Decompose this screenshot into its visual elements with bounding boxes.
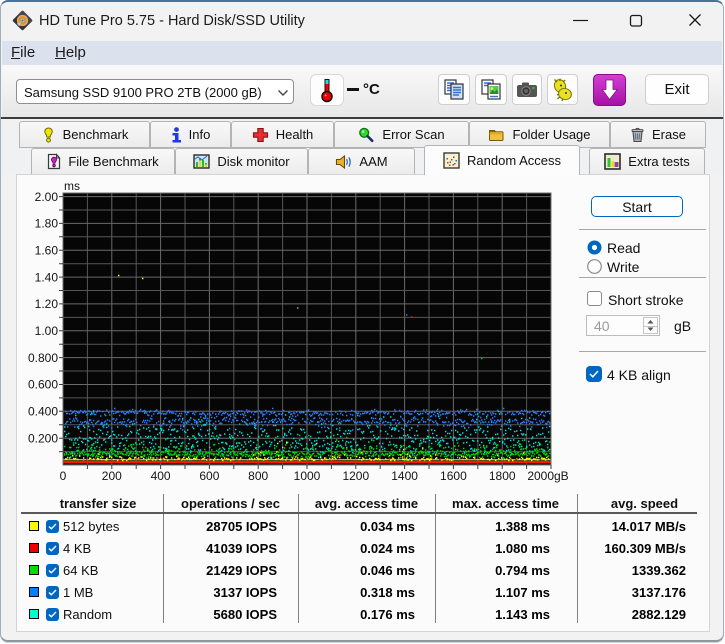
svg-text:0.400: 0.400 xyxy=(28,405,58,419)
svg-text:1.20: 1.20 xyxy=(35,297,59,311)
svg-text:1.80: 1.80 xyxy=(35,217,59,231)
svg-text:400: 400 xyxy=(151,469,171,483)
svg-text:1200: 1200 xyxy=(342,469,369,483)
svg-text:0.200: 0.200 xyxy=(28,431,58,445)
svg-text:0.600: 0.600 xyxy=(28,378,58,392)
svg-text:2.00: 2.00 xyxy=(35,190,59,204)
svg-text:2000gB: 2000gB xyxy=(527,469,568,483)
svg-text:0.800: 0.800 xyxy=(28,351,58,365)
svg-text:800: 800 xyxy=(248,469,268,483)
svg-text:1600: 1600 xyxy=(440,469,467,483)
svg-text:1000: 1000 xyxy=(294,469,321,483)
svg-text:200: 200 xyxy=(102,469,122,483)
svg-text:1.00: 1.00 xyxy=(35,324,59,338)
svg-text:0: 0 xyxy=(60,469,67,483)
svg-text:1400: 1400 xyxy=(391,469,418,483)
svg-text:600: 600 xyxy=(199,469,219,483)
svg-text:ms: ms xyxy=(64,179,80,193)
svg-text:1.40: 1.40 xyxy=(35,270,59,284)
svg-text:1800: 1800 xyxy=(489,469,516,483)
svg-text:1.60: 1.60 xyxy=(35,243,59,257)
